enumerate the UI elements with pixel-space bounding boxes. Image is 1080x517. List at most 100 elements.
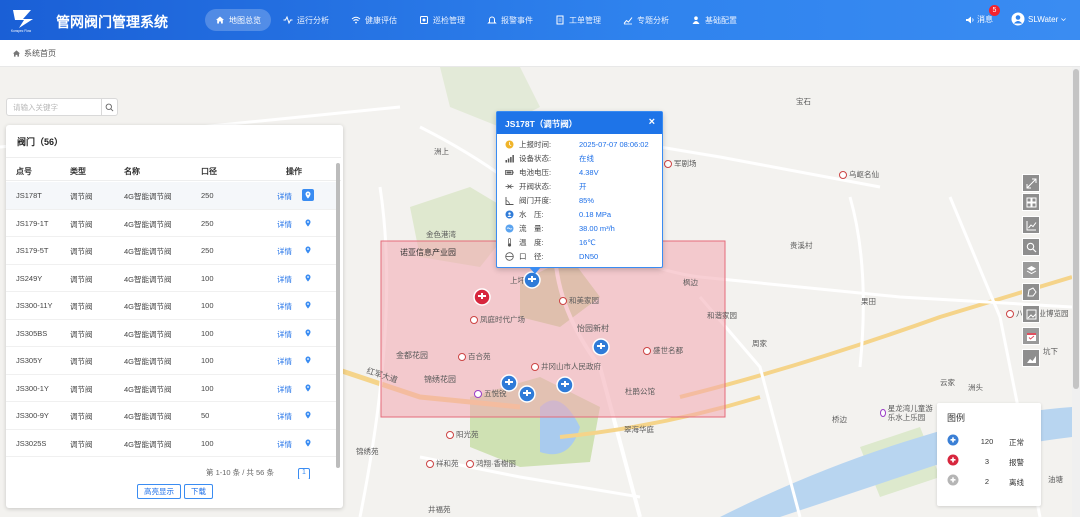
popup-field-value: 0.18 MPa: [579, 209, 612, 219]
valve-status-icon: [947, 434, 959, 446]
valve-marker-normal[interactable]: [518, 385, 536, 403]
map-tool-grid[interactable]: [1022, 193, 1040, 211]
detail-link[interactable]: 详情: [277, 191, 292, 202]
detail-link[interactable]: 详情: [277, 246, 292, 257]
map-tool-zoom-search[interactable]: [1022, 238, 1040, 256]
popup-field-row: 口 径: DN50: [505, 250, 598, 262]
map-tool-image-export[interactable]: [1022, 305, 1040, 323]
table-row[interactable]: JS179-5T 调节阀 4G智能调节阀 250 详情: [6, 237, 336, 265]
map-tool-layers[interactable]: [1022, 261, 1040, 279]
detail-link[interactable]: 详情: [277, 329, 292, 340]
breadcrumb-home[interactable]: 系统首页: [24, 48, 56, 59]
table-row[interactable]: JS179-1T 调节阀 4G智能调节阀 250 详情: [6, 210, 336, 237]
detail-link[interactable]: 详情: [277, 439, 292, 450]
poi-pin-icon: [664, 159, 672, 168]
table-row[interactable]: JS300-9Y 调节阀 4G智能调节阀 50 详情: [6, 402, 336, 430]
user-menu[interactable]: SLWater: [1011, 12, 1070, 26]
legend-label: 离线: [1009, 478, 1024, 487]
popup-field-row: 电池电压: 4.38V: [505, 166, 599, 178]
locate-button[interactable]: [302, 217, 314, 229]
valve-marker-normal[interactable]: [592, 338, 610, 356]
poi-pin-icon: [880, 409, 886, 417]
cell-type: 调节阀: [70, 219, 93, 229]
map-label: 诺亚信息产业园: [400, 248, 456, 257]
map-tool-line-chart[interactable]: [1022, 216, 1040, 234]
map-tool-draw-polygon[interactable]: [1022, 283, 1040, 301]
home-icon: [12, 49, 21, 57]
map-label: 金色港湾: [426, 230, 456, 239]
nav-item-2[interactable]: 运行分析: [273, 9, 339, 31]
cell-id: JS178T: [16, 191, 42, 200]
nav-item-7[interactable]: 专题分析: [613, 9, 679, 31]
panel-scrollbar[interactable]: [336, 163, 340, 468]
cell-id: JS300-11Y: [16, 301, 53, 310]
popup-field-row: 温 度: 16℃: [505, 236, 596, 248]
map-label: 枫边: [683, 278, 698, 287]
highlight-button[interactable]: 高亮显示: [137, 484, 181, 499]
valve-marker-normal[interactable]: [556, 376, 574, 394]
popup-title: JS178T（调节阀）: [505, 119, 578, 129]
pulse-icon: [283, 15, 293, 25]
cell-type: 调节阀: [70, 384, 93, 394]
cell-type: 调节阀: [70, 274, 93, 284]
cell-id: JS3025S: [16, 438, 47, 448]
table-row[interactable]: JS300-11Y 调节阀 4G智能调节阀 100 详情: [6, 292, 336, 320]
map-poi: 百合苑: [458, 351, 491, 362]
nav-item-3[interactable]: 健康评估: [341, 9, 407, 31]
download-button[interactable]: 下载: [184, 484, 213, 499]
table-row[interactable]: JS305Y 调节阀 4G智能调节阀 100 详情: [6, 347, 336, 375]
table-row[interactable]: JS249Y 调节阀 4G智能调节阀 100 详情: [6, 265, 336, 292]
map-tool-calendar[interactable]: [1022, 327, 1040, 345]
poi-pin-icon: [466, 459, 474, 468]
detail-link[interactable]: 详情: [277, 301, 292, 312]
cell-id: JS300-1Y: [16, 383, 49, 393]
nav-item-label: 专题分析: [637, 15, 669, 25]
message-button[interactable]: 消息: [965, 14, 993, 25]
nav-item-1[interactable]: 地图总览: [205, 9, 271, 31]
locate-button[interactable]: [302, 327, 314, 339]
legend-title: 图例: [947, 413, 966, 423]
column-header-name: 名称: [124, 167, 140, 176]
valve-marker-alarm[interactable]: [473, 288, 491, 306]
nav-item-8[interactable]: 基础配置: [681, 9, 747, 31]
nav-item-4[interactable]: 巡检管理: [409, 9, 475, 31]
locate-button[interactable]: [302, 437, 314, 449]
nav-item-6[interactable]: 工单管理: [545, 9, 611, 31]
table-row[interactable]: JS300-1Y 调节阀 4G智能调节阀 100 详情: [6, 375, 336, 402]
map-label: 洲上: [434, 147, 449, 156]
location-pin-icon: [305, 219, 311, 226]
detail-link[interactable]: 详情: [277, 411, 292, 422]
search-button[interactable]: [101, 99, 117, 115]
locate-button[interactable]: [302, 382, 314, 394]
detail-link[interactable]: 详情: [277, 274, 292, 285]
map-tool-fullscreen[interactable]: [1022, 174, 1040, 192]
table-row[interactable]: JS305BS 调节阀 4G智能调节阀 100 详情: [6, 320, 336, 347]
locate-button[interactable]: [302, 354, 314, 366]
cell-name: 4G智能调节阀: [124, 357, 172, 366]
wifi-icon: [351, 16, 361, 24]
popup-field-key: 开阀状态:: [519, 181, 552, 191]
locate-button[interactable]: [302, 244, 314, 256]
scrollbar-thumb[interactable]: [1073, 69, 1079, 389]
table-row[interactable]: JS178T 调节阀 4G智能调节阀 250 详情: [6, 182, 336, 210]
nav-item-5[interactable]: 报警事件: [477, 9, 543, 31]
close-icon[interactable]: ×: [649, 116, 655, 128]
locate-button[interactable]: [302, 409, 314, 421]
column-header-size: 口径: [201, 167, 217, 176]
detail-link[interactable]: 详情: [277, 356, 292, 367]
search-input[interactable]: [7, 99, 101, 115]
detail-link[interactable]: 详情: [277, 219, 292, 230]
valve-marker-normal[interactable]: [500, 374, 518, 392]
detail-link[interactable]: 详情: [277, 384, 292, 395]
poi-pin-icon: [531, 362, 539, 371]
popup-field-key: 上报时间:: [519, 139, 552, 149]
pager-current-page[interactable]: 1: [298, 468, 310, 479]
table-row[interactable]: JS3025S 调节阀 4G智能调节阀 100 详情: [6, 430, 336, 457]
locate-button[interactable]: [302, 272, 314, 284]
map-tool-area-chart[interactable]: [1022, 349, 1040, 367]
map-label: 锦绣花园: [424, 375, 456, 384]
locate-button[interactable]: [302, 299, 314, 311]
locate-button[interactable]: [302, 189, 314, 201]
page-scrollbar[interactable]: [1072, 67, 1080, 517]
table-header: 点号 类型 名称 口径 操作: [6, 157, 341, 181]
